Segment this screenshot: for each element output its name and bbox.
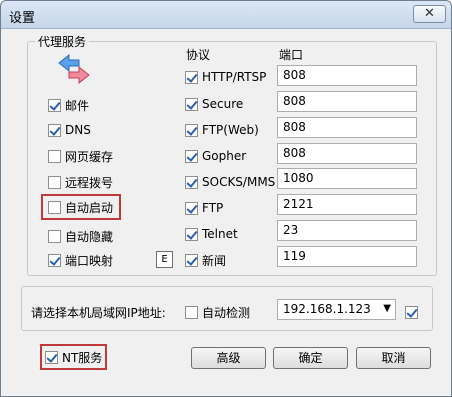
- option-auto-hide[interactable]: 自动隐藏: [48, 227, 113, 245]
- port-column-header: 端口: [279, 48, 304, 62]
- socks-mms-checkbox[interactable]: [185, 175, 198, 189]
- port-mapping-label: 端口映射: [65, 253, 114, 268]
- http-rtsp-label: HTTP/RTSP: [202, 70, 267, 84]
- ip-address-value: 192.168.1.123: [283, 302, 371, 316]
- protocol-secure[interactable]: Secure: [185, 95, 243, 113]
- ftp-web-checkbox[interactable]: [185, 123, 198, 137]
- gopher-checkbox[interactable]: [185, 149, 198, 163]
- lan-ip-label: 请选择本机局域网IP地址:: [31, 306, 166, 320]
- mail-checkbox[interactable]: [48, 98, 61, 112]
- window-title: 设置: [9, 11, 36, 26]
- ftp-checkbox[interactable]: [185, 201, 198, 215]
- auto-hide-label: 自动隐藏: [65, 229, 114, 244]
- nt-service-option[interactable]: NT服务: [45, 348, 102, 366]
- telnet-port-field[interactable]: 23: [277, 220, 417, 241]
- network-transfer-icon: [58, 54, 90, 84]
- nt-service-checkbox[interactable]: [45, 350, 58, 364]
- remote-dial-checkbox[interactable]: [48, 175, 61, 189]
- protocol-socks-mms[interactable]: SOCKS/MMS: [185, 173, 275, 191]
- mail-label: 邮件: [65, 98, 90, 113]
- auto-start-label: 自动启动: [65, 200, 114, 215]
- news-port-field[interactable]: 119: [277, 246, 417, 267]
- port-mapping-edit-button[interactable]: E: [156, 251, 173, 268]
- ftp-web-port-field[interactable]: 808: [277, 117, 417, 138]
- ftp-label: FTP: [202, 201, 224, 215]
- auto-detect-option[interactable]: 自动检测: [185, 303, 250, 321]
- nt-service-label: NT服务: [62, 350, 103, 365]
- dns-checkbox[interactable]: [48, 123, 61, 137]
- protocol-column-header: 协议: [186, 48, 211, 62]
- auto-detect-checkbox[interactable]: [185, 305, 198, 319]
- socks-mms-port-field[interactable]: 1080: [277, 168, 417, 189]
- secure-port-field[interactable]: 808: [277, 91, 417, 112]
- option-mail[interactable]: 邮件: [48, 96, 89, 114]
- settings-dialog: 设置 ✕ 代理服务 协议 端口 邮件 DNS 网页缓存 远程拨号 自动启动 自动…: [0, 0, 452, 397]
- http-rtsp-checkbox[interactable]: [185, 70, 198, 84]
- secure-label: Secure: [202, 97, 244, 111]
- web-cache-label: 网页缓存: [65, 149, 114, 164]
- protocol-news[interactable]: 新闻: [185, 251, 226, 269]
- chevron-down-icon: ▼: [383, 303, 391, 314]
- ok-button[interactable]: 确定: [273, 347, 348, 369]
- proxy-group-title: 代理服务: [35, 33, 90, 50]
- protocol-ftp-web[interactable]: FTP(Web): [185, 121, 259, 139]
- protocol-ftp[interactable]: FTP: [185, 199, 223, 217]
- gopher-port-field[interactable]: 808: [277, 143, 417, 164]
- news-label: 新闻: [202, 253, 227, 268]
- news-checkbox[interactable]: [185, 253, 198, 267]
- remote-dial-label: 远程拨号: [65, 175, 114, 190]
- option-port-mapping[interactable]: 端口映射: [48, 251, 113, 269]
- option-web-cache[interactable]: 网页缓存: [48, 147, 113, 165]
- dns-label: DNS: [65, 123, 91, 137]
- ftp-web-label: FTP(Web): [202, 123, 259, 137]
- gopher-label: Gopher: [202, 149, 247, 163]
- protocol-telnet[interactable]: Telnet: [185, 225, 238, 243]
- ftp-port-field[interactable]: 2121: [277, 194, 417, 215]
- socks-mms-label: SOCKS/MMS: [202, 175, 276, 189]
- auto-hide-checkbox[interactable]: [48, 229, 61, 243]
- ip-address-select[interactable]: 192.168.1.123 ▼: [277, 299, 396, 320]
- port-mapping-checkbox[interactable]: [48, 253, 61, 267]
- ip-extra-option[interactable]: [405, 303, 422, 321]
- title-bar: 设置 ✕: [1, 1, 451, 29]
- close-button[interactable]: ✕: [413, 5, 446, 23]
- web-cache-checkbox[interactable]: [48, 149, 61, 163]
- secure-checkbox[interactable]: [185, 97, 198, 111]
- http-rtsp-port-field[interactable]: 808: [277, 65, 417, 86]
- auto-detect-label: 自动检测: [202, 305, 251, 320]
- telnet-checkbox[interactable]: [185, 227, 198, 241]
- telnet-label: Telnet: [202, 227, 238, 241]
- advanced-button[interactable]: 高级: [191, 347, 266, 369]
- cancel-button[interactable]: 取消: [356, 347, 431, 369]
- protocol-gopher[interactable]: Gopher: [185, 147, 246, 165]
- option-auto-start[interactable]: 自动启动: [48, 198, 113, 216]
- ip-extra-checkbox[interactable]: [405, 305, 418, 319]
- protocol-http-rtsp[interactable]: HTTP/RTSP: [185, 68, 266, 86]
- option-remote-dial[interactable]: 远程拨号: [48, 173, 113, 191]
- option-dns[interactable]: DNS: [48, 121, 91, 139]
- auto-start-checkbox[interactable]: [48, 200, 61, 214]
